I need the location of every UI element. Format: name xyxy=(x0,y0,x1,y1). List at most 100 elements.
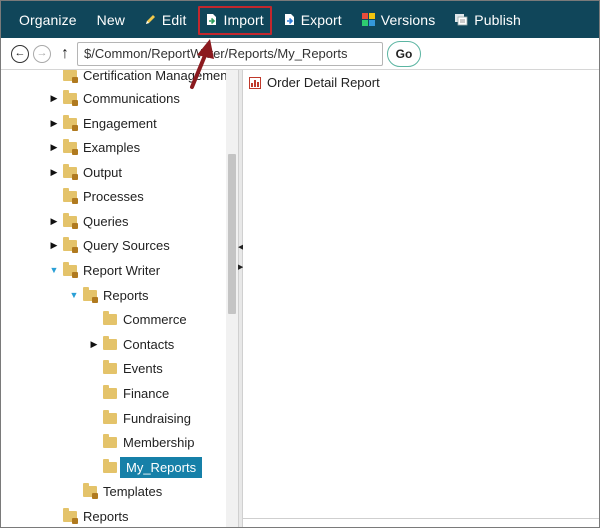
folder-icon xyxy=(103,433,117,448)
arrow-up-icon: ↑ xyxy=(61,44,69,62)
expand-arrow-icon[interactable]: ▶ xyxy=(49,118,59,129)
path-input[interactable] xyxy=(77,41,383,66)
tree-item-label: Events xyxy=(123,360,163,376)
edit-label: Edit xyxy=(161,11,187,28)
locked-folder-icon xyxy=(63,138,78,155)
scrollbar-thumb[interactable] xyxy=(228,154,236,314)
versions-icon xyxy=(361,13,375,26)
collapse-arrow-icon[interactable]: ▼ xyxy=(69,290,79,300)
forward-button[interactable]: → xyxy=(33,44,51,63)
locked-folder-icon xyxy=(63,187,78,204)
tree-item-label: Reports xyxy=(83,508,129,524)
report-chart-icon xyxy=(249,76,261,89)
tree-item-label: Query Sources xyxy=(83,237,170,253)
tree-item[interactable]: ▶ Contacts xyxy=(89,332,174,356)
folder-icon xyxy=(103,458,117,473)
locked-folder-icon xyxy=(63,70,78,83)
folder-icon xyxy=(103,359,117,374)
tree-item-selected[interactable]: My_Reports xyxy=(89,455,203,479)
tree-item[interactable]: ▼ Report Writer xyxy=(49,258,160,282)
expand-arrow-icon[interactable]: ▶ xyxy=(49,93,59,104)
expand-arrow-icon[interactable]: ▶ xyxy=(49,142,59,153)
publish-icon xyxy=(455,13,468,26)
tree-item-label: Templates xyxy=(103,483,163,499)
folder-icon xyxy=(103,384,117,399)
folder-icon xyxy=(103,335,117,350)
tree-item[interactable]: ▶ Query Sources xyxy=(49,233,170,257)
import-button[interactable]: Import xyxy=(196,1,273,38)
locked-folder-icon xyxy=(63,89,78,106)
versions-button[interactable]: Versions xyxy=(352,1,446,38)
go-button[interactable]: Go xyxy=(387,40,421,67)
new-label: New xyxy=(96,11,125,28)
folder-icon xyxy=(103,310,117,325)
tree-item-label: Membership xyxy=(123,434,195,450)
locked-folder-icon xyxy=(83,482,98,499)
expand-arrow-icon[interactable]: ▶ xyxy=(49,216,59,227)
arrow-right-icon: → xyxy=(36,47,48,59)
versions-label: Versions xyxy=(380,11,436,28)
tree-item[interactable]: ▼ Reports xyxy=(69,283,149,307)
folder-icon xyxy=(103,409,117,424)
toolbar: Organize New Edit Import Export Versions… xyxy=(1,1,599,38)
tree-item[interactable]: Membership xyxy=(89,430,195,454)
locked-folder-icon xyxy=(63,507,78,524)
tree-item-label: My_Reports xyxy=(120,456,203,478)
tree-item-label: Queries xyxy=(83,213,129,229)
locked-folder-icon xyxy=(63,212,78,229)
report-item[interactable]: Order Detail Report xyxy=(249,75,380,90)
report-item-label: Order Detail Report xyxy=(267,75,380,90)
locked-folder-icon xyxy=(63,261,78,278)
locked-folder-icon xyxy=(83,286,98,303)
tree-item-label: Fundraising xyxy=(123,410,191,426)
tree-item-label: Reports xyxy=(103,287,149,303)
organize-label: Organize xyxy=(19,11,77,28)
tree-item-label: Finance xyxy=(123,385,170,401)
import-label: Import xyxy=(223,11,264,28)
tree-item-label: Certification Management xyxy=(83,70,232,83)
export-icon xyxy=(284,13,295,26)
new-button[interactable]: New xyxy=(87,1,135,38)
divider xyxy=(243,518,599,519)
tree-item[interactable]: Commerce xyxy=(89,307,187,331)
tree-item-label: Commerce xyxy=(123,311,187,327)
tree-item[interactable]: ▶ Examples xyxy=(49,135,140,159)
tree-item[interactable]: Processes xyxy=(49,184,144,208)
tree-item[interactable]: Finance xyxy=(89,381,169,405)
expand-arrow-icon[interactable]: ▶ xyxy=(89,339,99,350)
edit-button[interactable]: Edit xyxy=(135,1,197,38)
tree-item[interactable]: Fundraising xyxy=(89,406,191,430)
publish-label: Publish xyxy=(474,11,521,28)
tree-item-label: Communications xyxy=(83,90,180,106)
pencil-icon xyxy=(145,14,156,25)
tree-scrollbar[interactable] xyxy=(226,70,238,527)
expand-arrow-icon[interactable]: ▶ xyxy=(49,240,59,251)
address-bar: ← → ↑ Go xyxy=(1,38,599,70)
arrow-left-icon: ← xyxy=(14,47,26,59)
locked-folder-icon xyxy=(63,163,78,180)
tree-item[interactable]: Events xyxy=(89,356,163,380)
locked-folder-icon xyxy=(63,236,78,253)
expand-arrow-icon[interactable]: ▶ xyxy=(49,167,59,178)
back-button[interactable]: ← xyxy=(11,44,29,63)
tree-item-label: Engagement xyxy=(83,115,157,131)
tree-item[interactable]: Certification Management xyxy=(49,70,231,87)
tree-item[interactable]: ▶ Queries xyxy=(49,209,129,233)
organize-button[interactable]: Organize xyxy=(9,1,87,38)
tree-item-label: Report Writer xyxy=(83,262,161,278)
publish-button[interactable]: Publish xyxy=(445,1,531,38)
tree-item[interactable]: ▶ Engagement xyxy=(49,111,157,135)
tree-item-label: Contacts xyxy=(123,336,175,352)
tree-item-label: Examples xyxy=(83,139,141,155)
up-button[interactable]: ↑ xyxy=(61,45,69,63)
content-pane: Order Detail Report xyxy=(243,70,599,527)
tree-item[interactable]: ▶ Output xyxy=(49,160,122,184)
export-label: Export xyxy=(300,11,342,28)
export-button[interactable]: Export xyxy=(274,1,352,38)
folder-tree: Certification Management ▶ Communication… xyxy=(1,70,239,527)
collapse-arrow-icon[interactable]: ▼ xyxy=(49,265,59,275)
tree-item[interactable]: Reports xyxy=(49,504,129,527)
tree-item-label: Processes xyxy=(83,188,144,204)
tree-item[interactable]: ▶ Communications xyxy=(49,86,180,110)
tree-item[interactable]: Templates xyxy=(69,479,162,503)
